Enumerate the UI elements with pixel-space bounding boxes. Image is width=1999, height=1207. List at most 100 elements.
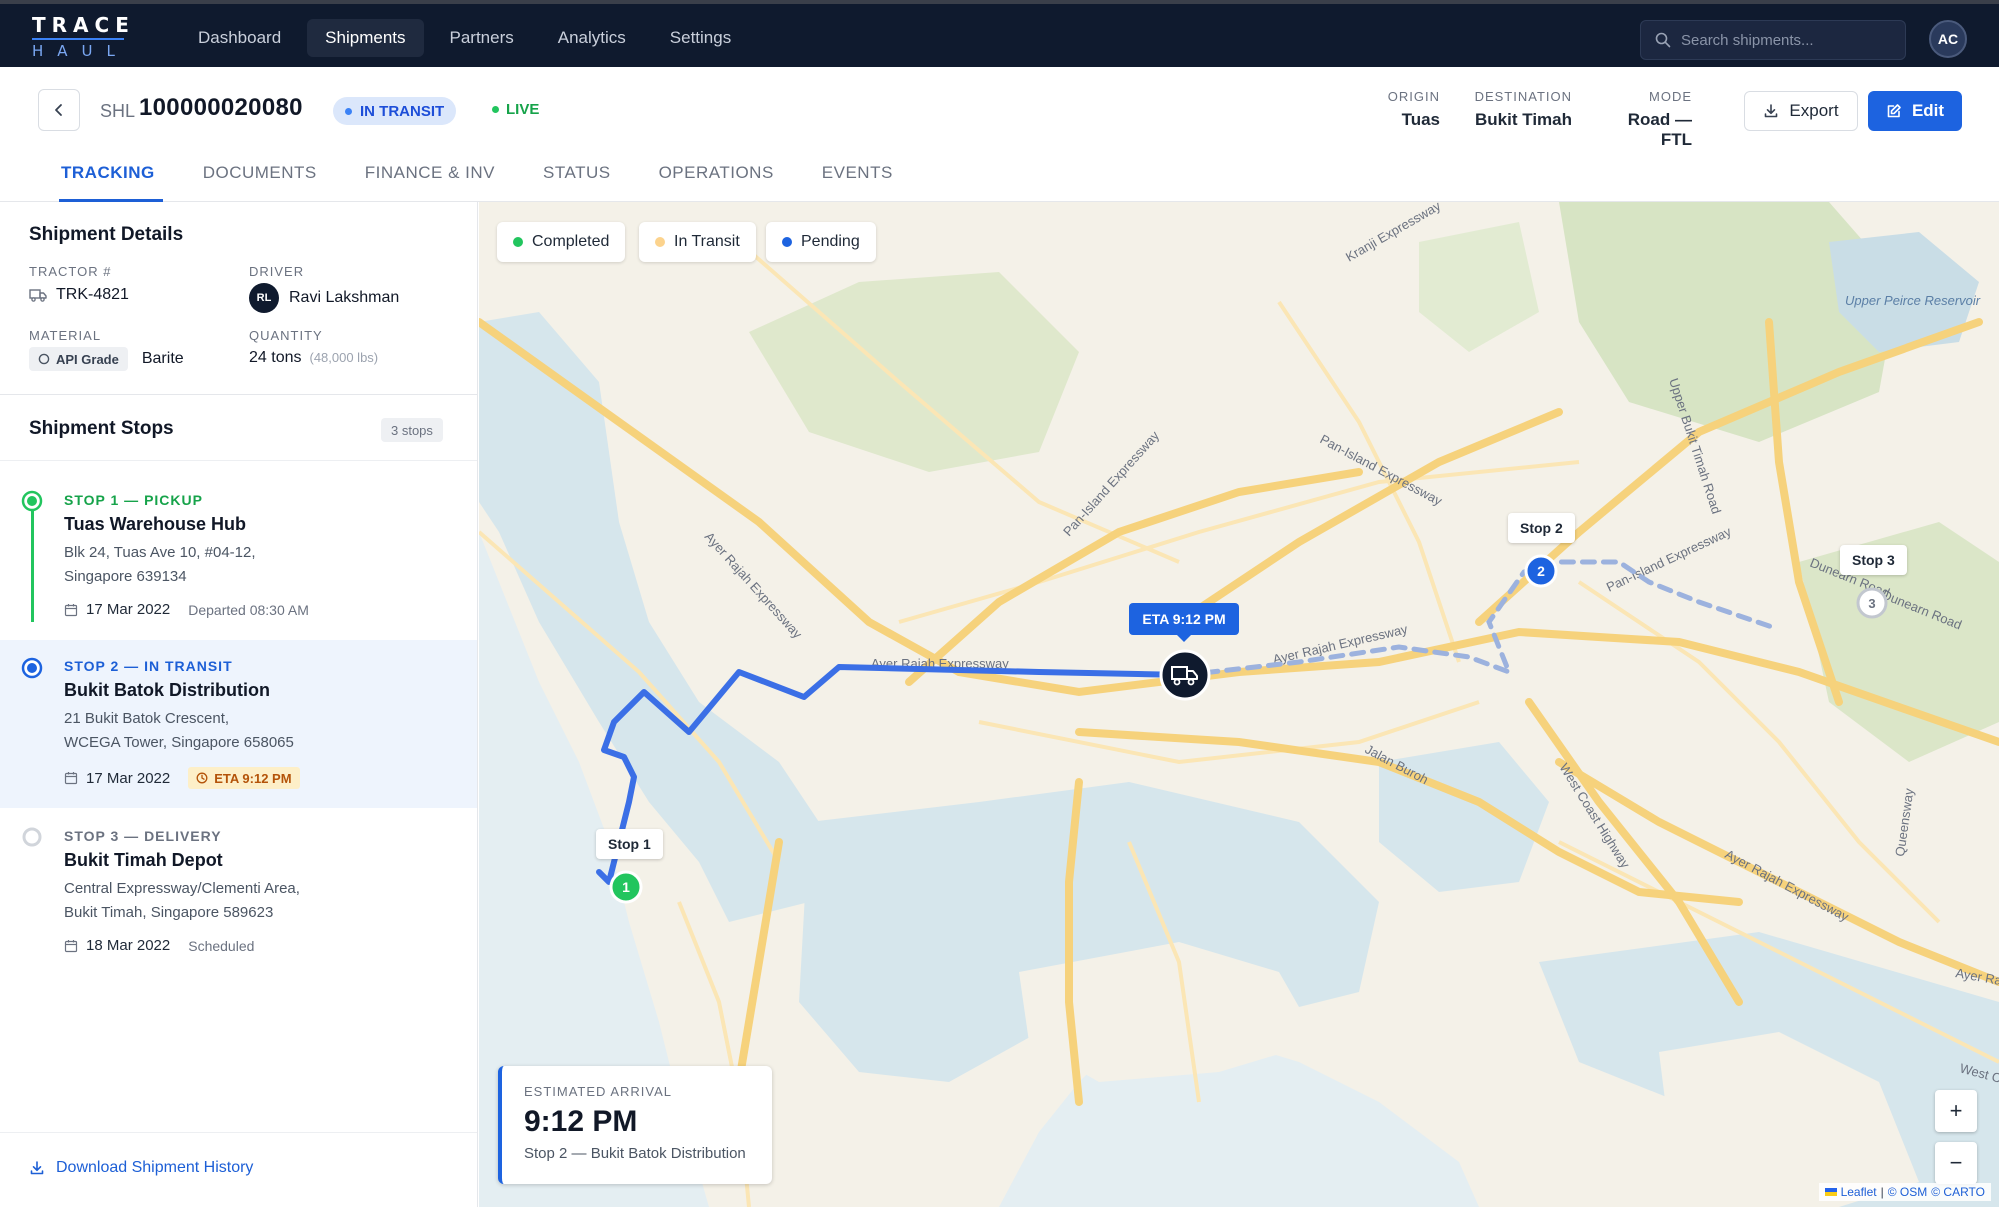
export-button[interactable]: Export: [1744, 91, 1858, 131]
stop-item-3[interactable]: STOP 3 — DELIVERY Bukit Timah Depot Cent…: [0, 808, 477, 968]
shipment-details-title: Shipment Details: [29, 224, 184, 245]
stop-address-line2: WCEGA Tower, Singapore 658065: [64, 734, 294, 751]
stop-address: Blk 24, Tuas Ave 10, #04-12, Singapore 6…: [64, 541, 309, 589]
status-badge-label: IN TRANSIT: [360, 102, 445, 120]
download-icon: [30, 1161, 44, 1175]
eta-card-stop: Stop 2 — Bukit Batok Distribution: [524, 1145, 746, 1162]
material-value: Barite: [141, 350, 184, 367]
nav-shipments[interactable]: Shipments: [307, 19, 424, 57]
material-grade-label: API Grade: [56, 351, 119, 367]
attribution-osm-link[interactable]: © OSM: [1888, 1185, 1928, 1199]
stop-pending-icon: [22, 827, 42, 847]
tab-operations[interactable]: OPERATIONS: [659, 163, 774, 202]
tab-status[interactable]: STATUS: [543, 163, 611, 202]
download-history-link[interactable]: Download Shipment History: [29, 1159, 253, 1177]
legend-pending[interactable]: Pending: [766, 222, 876, 262]
tab-events[interactable]: EVENTS: [822, 163, 893, 202]
user-avatar[interactable]: AC: [1929, 20, 1967, 58]
legend-label: In Transit: [674, 233, 740, 250]
stop-3-marker-number: 3: [1868, 596, 1875, 611]
stop-completed-icon: [21, 490, 43, 512]
edit-button[interactable]: Edit: [1868, 91, 1962, 131]
eta-card-label: ESTIMATED ARRIVAL: [524, 1084, 672, 1099]
shipment-id: 100000020080: [139, 94, 303, 121]
attribution-carto-link[interactable]: © CARTO: [1931, 1185, 1985, 1199]
origin-value: Tuas: [1401, 110, 1440, 129]
top-navbar: TRACE HAUL Dashboard Shipments Partners …: [0, 0, 1999, 67]
app-logo[interactable]: TRACE HAUL: [32, 13, 135, 62]
details-sidebar: Shipment Details TRACTOR # TRK-4821 DRIV…: [0, 202, 478, 1207]
stop-name: Bukit Timah Depot: [64, 850, 223, 870]
stops-count-badge: 3 stops: [381, 418, 443, 442]
eta-bubble-label: ETA 9:12 PM: [1142, 611, 1226, 627]
calendar-icon: [64, 603, 78, 616]
zoom-in-button[interactable]: +: [1935, 1090, 1977, 1132]
eta-chip: ETA 9:12 PM: [188, 767, 300, 789]
driver-avatar: RL: [249, 283, 279, 313]
zoom-out-button[interactable]: −: [1935, 1142, 1977, 1184]
logo-bottom-text: HAUL: [32, 42, 129, 60]
nav-partners[interactable]: Partners: [432, 19, 532, 57]
tracking-map[interactable]: Kranji Expressway Pan-Island Expressway …: [479, 202, 1999, 1207]
stop-date: 17 Mar 2022: [86, 601, 171, 618]
material-grade-chip: API Grade: [29, 347, 128, 371]
search-input[interactable]: [1681, 31, 1891, 49]
shipment-prefix: SHL: [100, 101, 136, 121]
legend-dot: [513, 237, 523, 247]
map-canvas[interactable]: Kranji Expressway Pan-Island Expressway …: [479, 202, 1999, 1207]
legend-completed[interactable]: Completed: [497, 222, 626, 262]
attribution-leaflet-link[interactable]: Leaflet: [1841, 1185, 1877, 1199]
quantity-label: QUANTITY: [249, 328, 323, 343]
tab-finance[interactable]: FINANCE & INV: [365, 163, 495, 202]
quantity-field: 24 tons (48,000 lbs): [249, 349, 378, 367]
live-label: LIVE: [506, 101, 540, 118]
mode-label: MODE: [1649, 89, 1692, 104]
stop-3-label: Stop 3: [1840, 545, 1907, 575]
quantity-alt: (48,000 lbs): [309, 350, 379, 365]
estimated-arrival-card: ESTIMATED ARRIVAL 9:12 PM Stop 2 — Bukit…: [498, 1066, 772, 1184]
export-label: Export: [1789, 101, 1839, 120]
stop-in-transit-icon: [21, 657, 43, 679]
stop-2-label: Stop 2: [1508, 513, 1575, 543]
tab-tracking[interactable]: TRACKING: [59, 163, 163, 202]
edit-icon: [1887, 104, 1901, 118]
eta-bubble-pointer: [1177, 635, 1191, 642]
clock-icon: [196, 772, 208, 784]
stop-address-line1: Blk 24, Tuas Ave 10, #04-12,: [64, 544, 256, 561]
stop-item-1[interactable]: STOP 1 — PICKUP Tuas Warehouse Hub Blk 2…: [0, 472, 477, 632]
stop-address: 21 Bukit Batok Crescent, WCEGA Tower, Si…: [64, 707, 300, 755]
tractor-field: TRK-4821: [29, 286, 129, 304]
nav-analytics[interactable]: Analytics: [540, 19, 644, 57]
material-field: API Grade Barite: [29, 347, 184, 371]
nav-settings[interactable]: Settings: [652, 19, 749, 57]
nav-dashboard[interactable]: Dashboard: [180, 19, 299, 57]
stop-dateline: 17 Mar 2022 ETA 9:12 PM: [64, 767, 300, 789]
stop-address: Central Expressway/Clementi Area, Bukit …: [64, 877, 300, 925]
truck-marker[interactable]: [1159, 649, 1211, 701]
stop-name: Tuas Warehouse Hub: [64, 514, 247, 534]
tab-documents[interactable]: DOCUMENTS: [203, 163, 317, 202]
shipment-header: SHL 100000020080 IN TRANSIT LIVE ORIGIN …: [0, 67, 1999, 202]
driver-field: RL Ravi Lakshman: [249, 283, 399, 313]
details-divider: [0, 394, 477, 395]
material-label: MATERIAL: [29, 328, 102, 343]
detail-tabs: TRACKING DOCUMENTS FINANCE & INV STATUS …: [40, 163, 941, 202]
stops-divider: [0, 460, 477, 461]
back-button[interactable]: [38, 89, 80, 131]
driver-value: Ravi Lakshman: [289, 289, 400, 306]
stop-item-2[interactable]: STOP 2 — IN TRANSIT Bukit Batok Distribu…: [0, 640, 477, 808]
mode-value: Road — FTL: [1627, 110, 1692, 149]
circle-icon: [38, 353, 50, 365]
stop-note: Scheduled: [188, 937, 255, 954]
live-dot: [492, 106, 499, 113]
destination-value: Bukit Timah: [1475, 110, 1572, 129]
search-box[interactable]: [1640, 20, 1906, 60]
stop-kicker: STOP 3 — DELIVERY: [64, 828, 222, 844]
tractor-value: TRK-4821: [56, 286, 129, 303]
chevron-left-icon: [55, 104, 62, 116]
status-dot: [345, 107, 352, 115]
logo-top-text: TRACE: [32, 13, 135, 37]
legend-in-transit[interactable]: In Transit: [639, 222, 756, 262]
origin-label: ORIGIN: [1387, 89, 1440, 104]
stop-2-marker-number: 2: [1537, 563, 1545, 579]
